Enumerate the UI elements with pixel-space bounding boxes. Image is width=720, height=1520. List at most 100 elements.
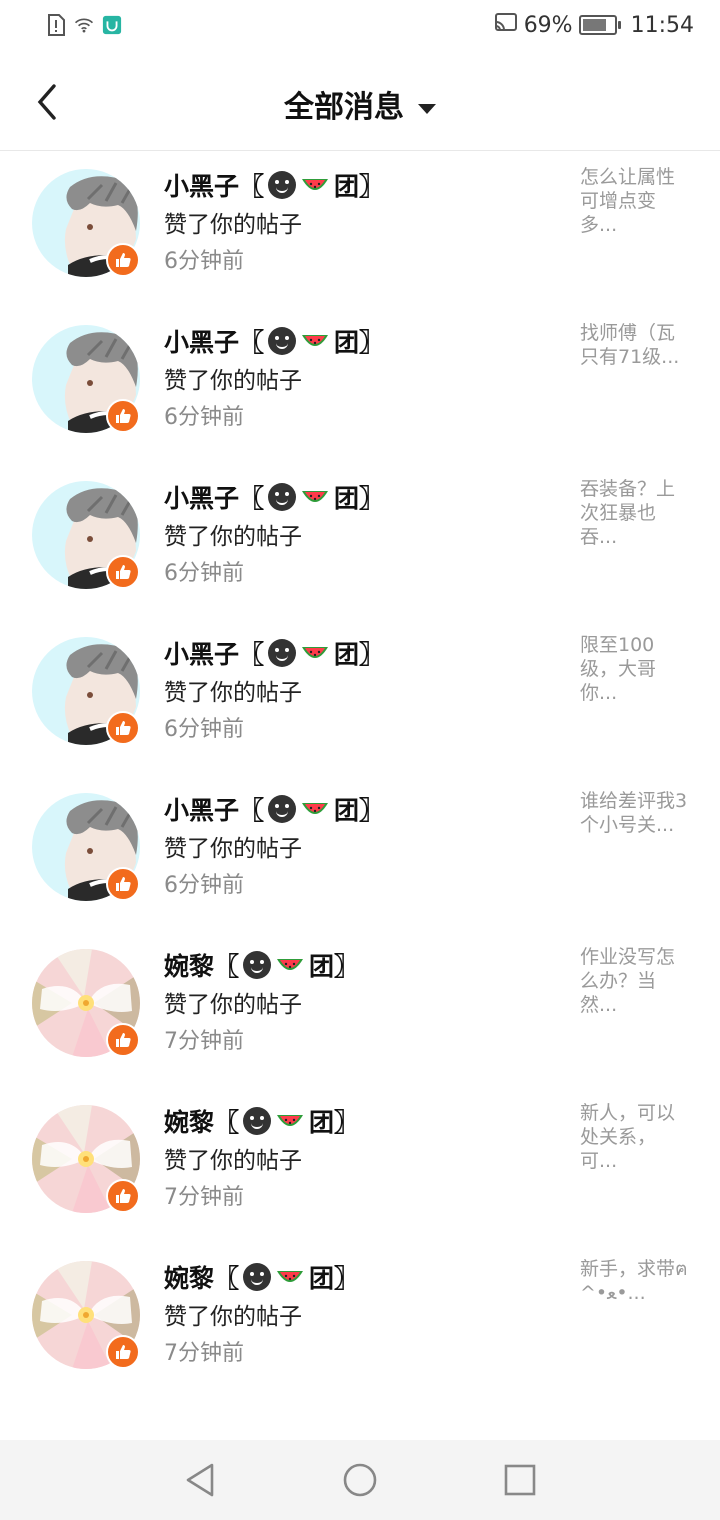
post-preview[interactable]: 找师傅（瓦只有71级... xyxy=(580,321,688,369)
bracket-close: 〗 xyxy=(359,484,385,513)
team-text: 团 xyxy=(334,172,360,201)
like-badge xyxy=(106,1179,140,1213)
bracket-open: 〖 xyxy=(214,952,240,981)
battery-icon xyxy=(578,15,621,35)
smiley-icon xyxy=(268,483,297,511)
sender-name[interactable]: 婉黎〖 团〗 xyxy=(164,947,359,983)
status-left-icons xyxy=(46,14,122,36)
timestamp: 6分钟前 xyxy=(164,405,244,430)
timestamp: 6分钟前 xyxy=(164,717,244,742)
bracket-close: 〗 xyxy=(334,952,360,981)
watermelon-icon xyxy=(302,335,329,346)
team-text: 团 xyxy=(334,640,360,669)
thumbs-up-icon xyxy=(116,253,131,267)
thumbs-up-icon xyxy=(116,409,131,423)
timestamp: 6分钟前 xyxy=(164,249,244,274)
thumbs-up-icon xyxy=(116,721,131,735)
sender-name[interactable]: 小黑子〖 团〗 xyxy=(164,167,384,203)
sender-name-text: 婉黎 xyxy=(164,952,215,981)
navigation-bar xyxy=(0,1440,720,1520)
smiley-icon xyxy=(268,327,297,355)
bracket-open: 〖 xyxy=(239,796,265,825)
circle-home-icon xyxy=(343,1463,377,1497)
header: 全部消息 xyxy=(0,56,720,151)
bracket-close: 〗 xyxy=(334,1264,360,1293)
post-preview[interactable]: 新人，可以处关系，可... xyxy=(580,1101,688,1173)
action-text: 赞了你的帖子 xyxy=(164,1304,302,1330)
nav-recents-button[interactable] xyxy=(502,1462,538,1498)
sender-name[interactable]: 小黑子〖 团〗 xyxy=(164,635,384,671)
post-preview[interactable]: 谁给差评我3个小号关... xyxy=(580,789,688,837)
smiley-icon xyxy=(243,1107,272,1135)
sender-name-text: 小黑子 xyxy=(164,328,240,357)
message-item[interactable]: 小黑子〖 团〗 赞了你的帖子 6分钟前 吞装备？上次狂暴也吞... xyxy=(0,461,720,617)
smiley-icon xyxy=(268,171,297,199)
message-item[interactable]: 婉黎〖 团〗 赞了你的帖子 7分钟前 新人，可以处关系，可... xyxy=(0,1085,720,1241)
bracket-close: 〗 xyxy=(359,172,385,201)
message-list-inner: 小黑子〖团〗赞了你的帖子6分钟前有人批发库候吗？在线...小黑子〖团〗赞了你的帖… xyxy=(0,150,720,1397)
status-right: 69% 11:54 xyxy=(494,12,694,38)
team-text: 团 xyxy=(334,796,360,825)
watermelon-icon xyxy=(277,1271,304,1282)
post-preview[interactable]: 作业没写怎么办？当然... xyxy=(580,945,688,1017)
wifi-icon xyxy=(74,14,94,36)
sender-name-text: 小黑子 xyxy=(164,484,240,513)
like-badge xyxy=(106,867,140,901)
action-text: 赞了你的帖子 xyxy=(164,992,302,1018)
message-item[interactable]: 小黑子〖 团〗 赞了你的帖子 6分钟前 找师傅（瓦只有71级... xyxy=(0,305,720,461)
post-preview[interactable]: 吞装备？上次狂暴也吞... xyxy=(580,477,688,549)
sender-name-text: 小黑子 xyxy=(164,796,240,825)
nav-back-button[interactable] xyxy=(182,1462,218,1498)
title-dropdown[interactable]: 全部消息 xyxy=(0,82,720,126)
post-preview[interactable]: 限至100级，大哥你... xyxy=(580,633,688,705)
thumbs-up-icon xyxy=(116,1345,131,1359)
clock: 11:54 xyxy=(630,12,694,38)
like-badge xyxy=(106,711,140,745)
post-preview[interactable]: 怎么让属性可增点变多... xyxy=(580,165,688,237)
timestamp: 7分钟前 xyxy=(164,1029,244,1054)
like-badge xyxy=(106,1023,140,1057)
bracket-close: 〗 xyxy=(359,640,385,669)
watermelon-icon xyxy=(302,179,329,190)
triangle-back-icon xyxy=(186,1463,214,1497)
sender-name[interactable]: 小黑子〖 团〗 xyxy=(164,791,384,827)
bracket-open: 〖 xyxy=(214,1264,240,1293)
message-item[interactable]: 小黑子〖 团〗 赞了你的帖子 6分钟前 怎么让属性可增点变多... xyxy=(0,150,720,305)
message-item[interactable]: 婉黎〖 团〗赞了你的帖子 7分钟前 作业没写怎么办？当然... xyxy=(0,929,720,1085)
thumbs-up-icon xyxy=(116,877,131,891)
square-recents-icon xyxy=(504,1464,536,1496)
bracket-open: 〖 xyxy=(214,1108,240,1137)
nav-home-button[interactable] xyxy=(342,1462,378,1498)
sender-name[interactable]: 小黑子〖 团〗 xyxy=(164,479,384,515)
watermelon-icon xyxy=(302,803,329,814)
sender-name[interactable]: 婉黎〖 团〗 xyxy=(164,1103,359,1139)
bracket-open: 〖 xyxy=(239,172,265,201)
timestamp: 6分钟前 xyxy=(164,561,244,586)
message-item[interactable]: 婉黎〖 团〗赞了你的帖子 7分钟前 新手，求带ฅ^•ﻌ•... xyxy=(0,1241,720,1397)
sim-alert-icon xyxy=(46,14,66,36)
bracket-open: 〖 xyxy=(239,328,265,357)
sender-name-text: 婉黎 xyxy=(164,1108,215,1137)
timestamp: 6分钟前 xyxy=(164,873,244,898)
team-text: 团 xyxy=(334,484,360,513)
like-badge xyxy=(106,1335,140,1369)
bracket-close: 〗 xyxy=(359,796,385,825)
bracket-close: 〗 xyxy=(334,1108,360,1137)
sender-name-text: 小黑子 xyxy=(164,172,240,201)
sender-name[interactable]: 小黑子〖 团〗 xyxy=(164,323,384,359)
message-list[interactable]: 小黑子〖团〗赞了你的帖子6分钟前有人批发库候吗？在线...小黑子〖团〗赞了你的帖… xyxy=(0,150,720,1440)
timestamp: 7分钟前 xyxy=(164,1341,244,1366)
bracket-close: 〗 xyxy=(359,328,385,357)
team-text: 团 xyxy=(309,952,335,981)
message-item[interactable]: 小黑子〖 团〗 赞了你的帖子 6分钟前 谁给差评我3个小号关... xyxy=(0,773,720,929)
message-item[interactable]: 小黑子〖 团〗 赞了你的帖子 6分钟前 限至100级，大哥你... xyxy=(0,617,720,773)
battery-percent: 69% xyxy=(523,12,573,38)
like-badge xyxy=(106,243,140,277)
sender-name[interactable]: 婉黎〖 团〗 xyxy=(164,1259,359,1295)
caret-down-icon xyxy=(418,103,436,114)
status-bar: 69% 11:54 xyxy=(0,0,720,56)
bracket-open: 〖 xyxy=(239,484,265,513)
cast-icon xyxy=(494,12,518,38)
smiley-icon xyxy=(243,951,272,979)
post-preview[interactable]: 新手，求带ฅ^•ﻌ•... xyxy=(580,1257,688,1305)
